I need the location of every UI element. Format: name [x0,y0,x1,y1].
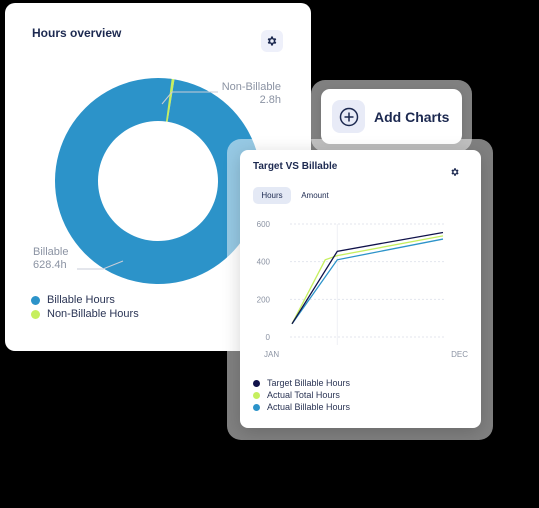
series-line-actual-total-hours [291,235,444,325]
legend-non-billable-label: Non-Billable Hours [47,308,139,320]
legend-billable-hours: Billable Hours [31,294,115,306]
legend-non-billable-dot [31,309,40,319]
series-line-target-billable-hours [291,231,444,325]
legend-target-dot [253,379,260,387]
legend-billable-label: Billable Hours [47,294,115,306]
legend-actual-billable-dot [253,403,260,411]
plus-circle-icon [332,100,365,133]
add-charts-label: Add Charts [374,109,450,125]
non-billable-slice-value: 2.8h [259,94,281,106]
legend-non-billable-hours: Non-Billable Hours [31,308,139,320]
legend-target-label: Target Billable Hours [267,378,351,388]
y-tick-label: 600 [257,220,271,229]
non-billable-slice-label: Non-Billable 2.8h [211,81,281,107]
y-tick-label: 0 [266,333,271,342]
legend-actual-total-hours: Actual Total Hours [253,390,340,400]
y-tick-label: 200 [257,295,271,304]
target-vs-billable-card: Target VS Billable Hours Amount 0 200 400 6… [240,150,481,428]
legend-actual-total-label: Actual Total Hours [267,390,340,400]
legend-actual-billable-label: Actual Billable Hours [267,402,351,412]
y-tick-label: 400 [257,258,271,267]
x-tick-label: JAN [264,350,279,359]
add-charts-button[interactable]: Add Charts [321,89,462,144]
legend-actual-total-dot [253,391,260,399]
legend-billable-dot [31,295,40,305]
billable-slice-label: Billable 628.4h [33,246,68,272]
legend-actual-billable-hours: Actual Billable Hours [253,402,350,412]
non-billable-slice-name: Non-Billable [221,81,281,93]
x-tick-label: DEC [451,350,468,359]
billable-slice-value: 628.4h [33,259,67,271]
billable-slice-name: Billable [33,246,69,258]
legend-target-billable-hours: Target Billable Hours [253,378,350,388]
